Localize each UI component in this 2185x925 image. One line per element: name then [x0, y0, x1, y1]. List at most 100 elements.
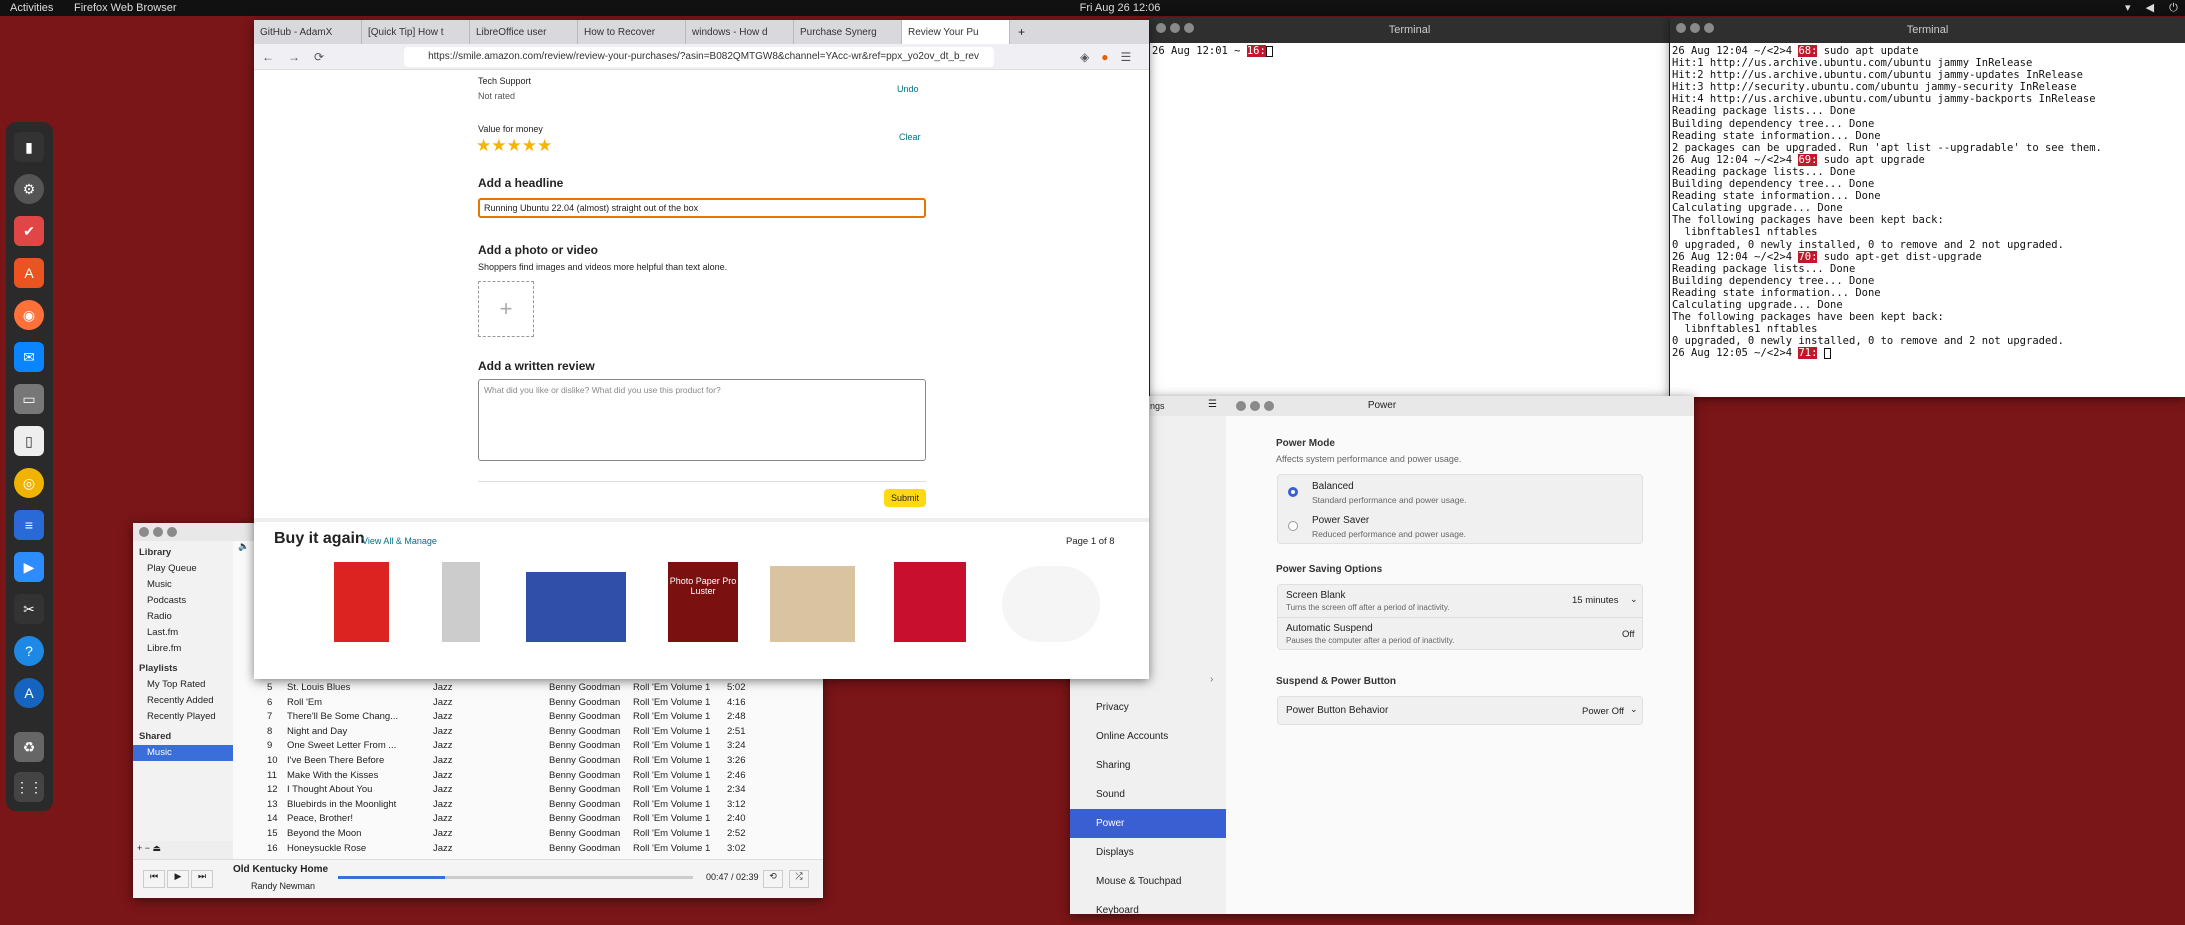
source-item[interactable]: Music [133, 577, 233, 593]
pocket-icon[interactable]: ◈ [1080, 50, 1089, 64]
sidebar-item[interactable]: Online Accounts [1070, 722, 1226, 751]
show-apps-icon[interactable]: ⋮⋮ [14, 772, 44, 802]
terminal-output[interactable]: 26 Aug 12:04 ~/<2>4 68: sudo apt update … [1670, 43, 2185, 397]
menu-icon[interactable]: ☰ [1121, 50, 1132, 64]
table-row[interactable]: 14 Peace, Brother! Jazz Benny Goodman Roll '… [267, 813, 817, 828]
power-button-panel[interactable]: Power Button Behavior Power Off ⌄ [1277, 696, 1643, 725]
screen-blank-value[interactable]: 15 minutes [1572, 595, 1618, 606]
table-row[interactable]: 13 Bluebirds in the Moonlight Jazz Benny Go… [267, 799, 817, 814]
product-boxes[interactable] [770, 566, 855, 642]
help-icon[interactable]: ? [14, 636, 44, 666]
product-batteries[interactable] [442, 562, 480, 642]
text-editor-icon[interactable]: ▯ [14, 426, 44, 456]
table-row[interactable]: 9 One Sweet Letter From ... Jazz Benny Good… [267, 740, 817, 755]
sidebar-item[interactable]: Sound [1070, 780, 1226, 809]
product-mask[interactable] [1002, 566, 1100, 642]
power-saver-radio[interactable] [1288, 521, 1298, 531]
add-photo-button[interactable]: + [478, 281, 534, 337]
review-textarea[interactable]: What did you like or dislike? What did y… [478, 379, 926, 461]
terminal-icon[interactable]: ▮ [14, 132, 44, 162]
app-menu[interactable]: Firefox Web Browser [74, 2, 177, 14]
table-row[interactable]: 11 Make With the Kisses Jazz Benny Goodman R… [267, 770, 817, 785]
new-tab-button[interactable]: + [1010, 25, 1033, 39]
shared-item[interactable]: Music [133, 745, 233, 761]
terminal-window-2[interactable]: Terminal 26 Aug 12:04 ~/<2>4 68: sudo ap… [1670, 17, 2185, 397]
writer-icon[interactable]: ≡ [14, 510, 44, 540]
clock[interactable]: Fri Aug 26 12:06 [1060, 2, 1180, 14]
sidebar-item[interactable]: Privacy [1070, 693, 1226, 722]
headline-input[interactable]: Running Ubuntu 22.04 (almost) straight o… [478, 198, 926, 218]
back-icon[interactable]: ← [262, 50, 274, 64]
settings-icon[interactable]: ⚙ [14, 174, 44, 204]
tab[interactable]: GitHub - AdamX [254, 20, 362, 44]
product-photo-paper[interactable] [334, 562, 389, 642]
sidebar-item[interactable]: Sharing [1070, 751, 1226, 780]
table-row[interactable]: 16 Honeysuckle Rose Jazz Benny Goodman Roll … [267, 843, 817, 858]
track-list[interactable]: 5 St. Louis Blues Jazz Benny Goodman Roll 'E… [267, 682, 817, 857]
forward-icon[interactable]: → [288, 50, 300, 64]
power-button-value[interactable]: Power Off [1582, 706, 1624, 717]
product-canon[interactable] [894, 562, 966, 642]
terminal-output[interactable]: 26 Aug 12:01 ~ 16: [1150, 43, 1669, 397]
url-bar[interactable]: https://smile.amazon.com/review/review-y… [404, 46, 995, 67]
next-button[interactable]: ⏭ [191, 870, 213, 888]
table-row[interactable]: 10 I've Been There Before Jazz Benny Goodma… [267, 755, 817, 770]
settings-window[interactable]: ngs ☰ Power › Privacy Online Accounts Shar… [1070, 396, 1694, 916]
table-row[interactable]: 5 St. Louis Blues Jazz Benny Goodman Roll 'E… [267, 682, 817, 697]
undo-link[interactable]: Undo [897, 84, 919, 94]
source-item[interactable]: Radio [133, 609, 233, 625]
files-icon[interactable]: ▭ [14, 384, 44, 414]
table-row[interactable]: 15 Beyond the Moon Jazz Benny Goodman Roll '… [267, 828, 817, 843]
play-button[interactable]: ▶ [167, 870, 189, 888]
extension-icon[interactable]: ● [1101, 50, 1108, 64]
store-icon[interactable]: A [14, 678, 44, 708]
activities-button[interactable]: Activities [10, 2, 53, 14]
table-row[interactable]: 12 I Thought About You Jazz Benny Goodman Ro… [267, 784, 817, 799]
tab[interactable]: Purchase Synerg [794, 20, 902, 44]
rhythmbox-icon[interactable]: ◎ [14, 468, 44, 498]
source-item[interactable]: Libre.fm [133, 641, 233, 657]
tab[interactable]: windows - How d [686, 20, 794, 44]
auto-suspend-value[interactable]: Off [1622, 629, 1635, 640]
tab[interactable]: [Quick Tip] How t [362, 20, 470, 44]
tab[interactable]: Review Your Pu [902, 20, 1010, 44]
sidebar-item[interactable]: Displays [1070, 838, 1226, 867]
zoom-icon[interactable]: ▶ [14, 552, 44, 582]
playlist-item[interactable]: Recently Played [133, 709, 233, 725]
screen-blank-row[interactable]: Screen Blank Turns the screen off after … [1278, 585, 1642, 618]
submit-button[interactable]: Submit [884, 489, 926, 507]
sidebar-item[interactable]: Mouse & Touchpad [1070, 867, 1226, 896]
tab[interactable]: How to Recover [578, 20, 686, 44]
balanced-radio[interactable] [1288, 487, 1298, 497]
trash-icon[interactable]: ♻ [14, 732, 44, 762]
source-controls[interactable]: + − ⏏ [133, 841, 233, 859]
progress-track[interactable] [338, 876, 693, 879]
table-row[interactable]: 6 Roll 'Em Jazz Benny Goodman Roll 'Em Volum… [267, 697, 817, 712]
product-drinks[interactable] [526, 572, 626, 642]
playlist-item[interactable]: Recently Added [133, 693, 233, 709]
firefox-window[interactable]: GitHub - AdamX [Quick Tip] How t LibreOffi… [254, 20, 1149, 679]
table-row[interactable]: 7 There'll Be Some Chang... Jazz Benny Good… [267, 711, 817, 726]
sidebar-item[interactable]: Power [1070, 809, 1226, 838]
thunderbird-icon[interactable]: ✉ [14, 342, 44, 372]
volume-icon[interactable]: 🔈 [238, 541, 249, 552]
firefox-icon[interactable]: ◉ [14, 300, 44, 330]
table-row[interactable]: 8 Night and Day Jazz Benny Goodman Roll 'Em … [267, 726, 817, 741]
reload-icon[interactable]: ⟳ [314, 50, 324, 64]
prev-button[interactable]: ⏮ [143, 870, 165, 888]
tab[interactable]: LibreOffice user [470, 20, 578, 44]
shuffle-icon[interactable]: ⤮ [789, 870, 809, 888]
product-photo-paper-pro[interactable]: Photo Paper Pro Luster [668, 562, 738, 642]
screenshot-icon[interactable]: ✂ [14, 594, 44, 624]
repeat-icon[interactable]: ⟲ [763, 870, 783, 888]
sidebar-item[interactable]: Keyboard [1070, 896, 1226, 925]
source-item[interactable]: Play Queue [133, 561, 233, 577]
source-item[interactable]: Podcasts [133, 593, 233, 609]
todo-icon[interactable]: ✔ [14, 216, 44, 246]
view-all-link[interactable]: View All & Manage [362, 536, 437, 546]
source-item[interactable]: Last.fm [133, 625, 233, 641]
star-rating[interactable]: ★★★★★ [476, 136, 552, 156]
clear-link[interactable]: Clear [899, 132, 921, 142]
software-icon[interactable]: A [14, 258, 44, 288]
playlist-item[interactable]: My Top Rated [133, 677, 233, 693]
